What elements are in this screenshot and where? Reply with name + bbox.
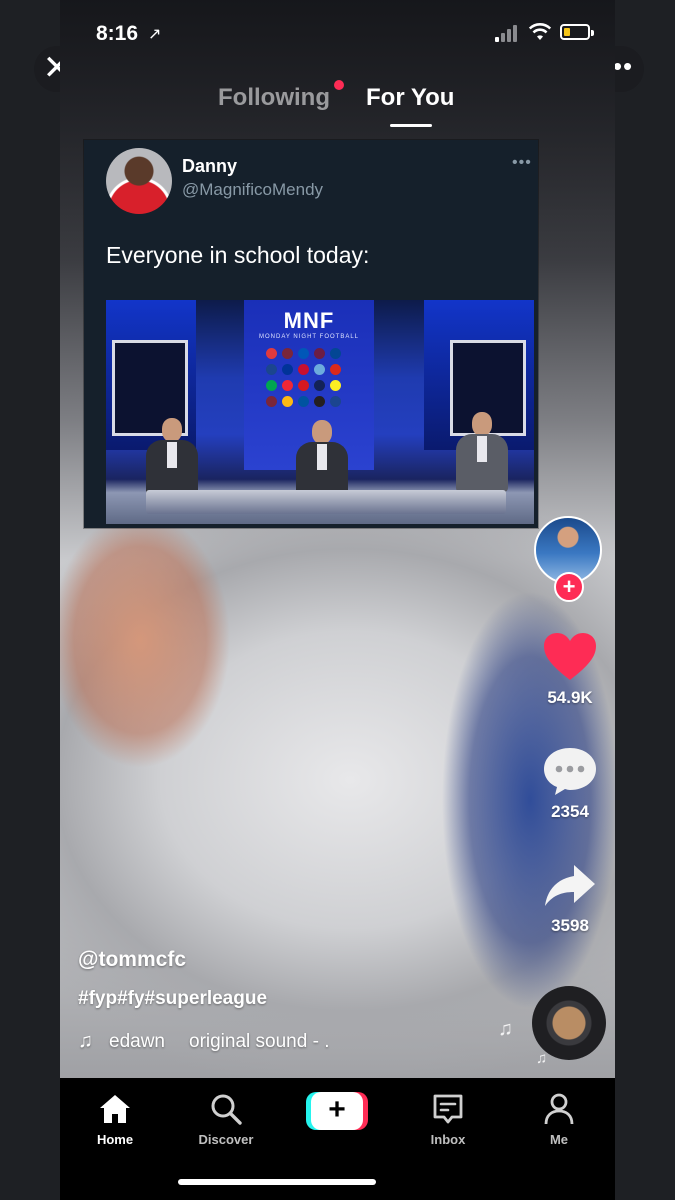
video-author[interactable]: @tommcfc: [78, 948, 186, 972]
mnf-logo: MNF: [283, 308, 335, 333]
nav-discover[interactable]: Discover: [181, 1092, 271, 1147]
following-notification-dot: [334, 80, 344, 90]
inbox-icon: [433, 1094, 463, 1124]
nav-me[interactable]: Me: [514, 1092, 604, 1147]
wifi-icon: [528, 23, 552, 40]
comment-icon: [544, 748, 596, 795]
mnf-subtitle: MONDAY NIGHT FOOTBALL: [258, 334, 359, 340]
floating-note-icon: ♫: [498, 1018, 513, 1040]
status-time: 8:16: [96, 22, 139, 45]
like-count: 54.9K: [547, 688, 593, 707]
music-title: original sound - .: [189, 1031, 330, 1052]
home-indicator[interactable]: [178, 1179, 376, 1185]
home-icon: [100, 1095, 130, 1123]
comment-count: 2354: [551, 802, 589, 821]
comment-button[interactable]: 2354: [530, 746, 610, 822]
tweet-media-image: MNF MONDAY NIGHT FOOTBALL: [106, 300, 534, 524]
location-icon: ↗: [148, 26, 162, 43]
club-crests: [266, 348, 354, 407]
tweet-text: Everyone in school today:: [106, 242, 370, 268]
me-icon: [544, 1093, 574, 1125]
share-button[interactable]: 3598: [530, 862, 610, 936]
active-tab-indicator: [390, 124, 432, 127]
like-button[interactable]: 54.9K: [530, 632, 610, 708]
floating-note-icon: ♫: [536, 1050, 548, 1067]
tab-following[interactable]: Following: [218, 84, 330, 112]
nav-me-label: Me: [549, 1132, 569, 1147]
tab-for-you[interactable]: For You: [366, 84, 454, 112]
nav-inbox[interactable]: Inbox: [403, 1092, 493, 1147]
nav-home[interactable]: Home: [70, 1092, 160, 1147]
share-icon: [545, 865, 595, 906]
tweet-card: Danny @MagnificoMendy ••• Everyone in sc…: [84, 140, 538, 528]
create-button[interactable]: +: [306, 1092, 368, 1130]
status-bar: 8:16 ↗: [60, 0, 615, 70]
nav-home-label: Home: [96, 1132, 134, 1147]
tweet-more-icon: •••: [512, 154, 532, 171]
nav-discover-label: Discover: [198, 1132, 254, 1147]
share-count: 3598: [551, 916, 589, 935]
music-note-icon: ♫: [78, 1030, 93, 1052]
discover-icon: [211, 1094, 242, 1125]
nav-inbox-label: Inbox: [430, 1132, 466, 1147]
video-hashtags[interactable]: #fyp#fy#superleague: [78, 988, 267, 1010]
follow-button[interactable]: +: [554, 572, 584, 602]
music-artist: edawn: [109, 1031, 165, 1052]
music-disc[interactable]: [532, 986, 606, 1060]
tweet-author-name: Danny: [182, 156, 238, 176]
battery-icon: [560, 24, 594, 40]
tweet-author-handle: @MagnificoMendy: [182, 180, 324, 199]
signal-icon: [495, 24, 521, 42]
tweet-avatar: [106, 148, 172, 214]
create-plus-icon: +: [311, 1092, 363, 1130]
heart-icon: [544, 633, 596, 680]
music-info[interactable]: ♫ edawn original sound - .: [78, 1030, 329, 1053]
video-screen[interactable]: 8:16 ↗ Following For You Danny @Magnific…: [60, 0, 615, 1200]
